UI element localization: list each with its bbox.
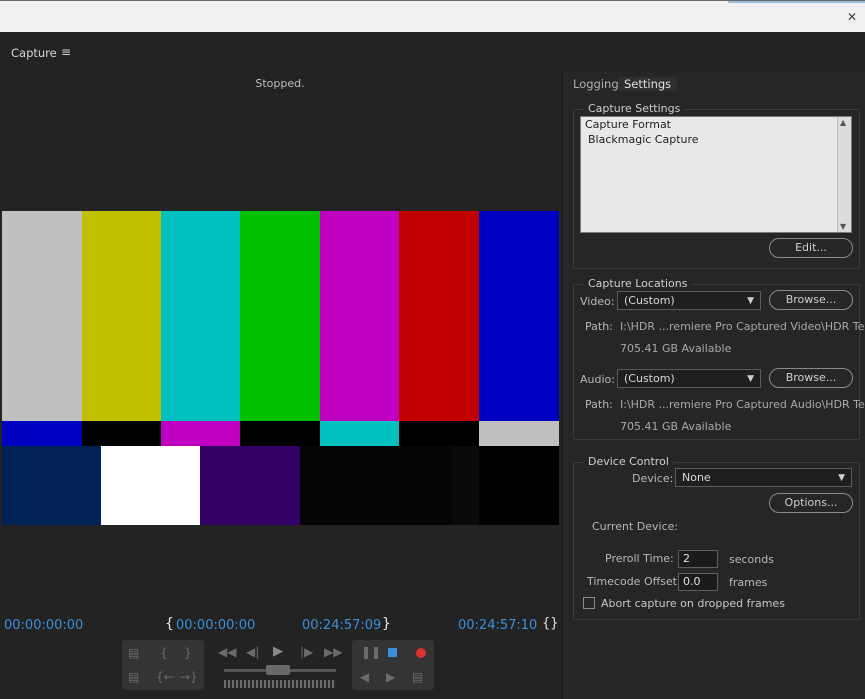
abort-capture-label[interactable]: Abort capture on dropped frames [601,597,785,610]
video-path: I:\HDR ...remiere Pro Captured Video\HDR… [620,320,865,333]
pluge-2 [101,446,200,525]
current-device-label: Current Device: [592,520,679,533]
duration-icon: {} [542,616,559,631]
video-location-value: (Custom) [624,294,675,307]
pluge-4 [300,446,452,525]
pluge-1 [2,446,101,525]
previous-scene-icon[interactable]: ◀ [360,670,369,684]
capture-format-listbox[interactable]: Capture Format Blackmagic Capture ▲ ▼ [580,116,852,233]
chevron-down-icon: ▼ [838,473,845,483]
panel-title[interactable]: Capture [11,46,57,60]
preroll-label: Preroll Time: [605,552,674,565]
out-point-icon: } [382,616,391,632]
pause-icon[interactable]: ❚❚ [361,645,381,659]
tab-logging[interactable]: Logging [573,77,619,91]
audio-available-space: 705.41 GB Available [620,420,732,433]
step-forward-icon[interactable]: |▶ [300,645,313,659]
castellation-5 [320,421,399,446]
bar-7 [479,211,559,421]
bar-6 [399,211,479,421]
bar-1 [2,211,82,421]
rewind-icon[interactable]: ◀◀ [218,645,236,659]
device-value: None [682,471,711,484]
next-scene-icon[interactable]: ▶ [386,670,395,684]
pluge-3 [200,446,300,525]
chevron-down-icon: ▼ [747,374,754,384]
current-timecode[interactable]: 00:00:00:00 [4,618,83,633]
goto-out-icon[interactable]: →} [180,670,198,684]
audio-location-value: (Custom) [624,372,675,385]
scroll-down-icon[interactable]: ▼ [840,222,846,231]
window-top-bar: ✕ [0,0,865,33]
castellation-1 [2,421,82,446]
options-button[interactable]: Options... [769,493,853,513]
play-icon[interactable]: ▶ [273,644,283,659]
audio-path-label: Path: [585,398,613,411]
timecode-offset-label: Timecode Offset: [587,575,681,588]
timecode-offset-input[interactable]: 0.0 [678,573,718,591]
set-in-icon[interactable]: { [160,646,168,660]
goto-in-icon[interactable]: {← [156,670,174,684]
clip-icon[interactable]: ▤ [412,670,423,684]
castellation-7 [479,421,559,446]
video-path-label: Path: [585,320,613,333]
in-point-timecode[interactable]: 00:00:00:00 [176,618,255,633]
timecode-offset-unit: frames [729,576,768,589]
device-control-title: Device Control [584,455,673,468]
capture-locations-title: Capture Locations [584,277,692,290]
castellation-4 [240,421,320,446]
scene-detect-icon[interactable]: ▤ [128,670,139,684]
device-dropdown[interactable]: None ▼ [675,468,852,487]
tab-settings[interactable]: Settings [618,77,678,91]
device-label: Device: [632,472,674,485]
video-label: Video: [580,295,615,308]
in-point-icon: { [165,616,174,632]
audio-label: Audio: [580,373,615,386]
bar-5 [320,211,399,421]
audio-path: I:\HDR ...remiere Pro Captured Audio\HDR… [620,398,865,411]
capture-status: Stopped. [255,77,305,90]
capture-format-label: Capture Format [585,118,671,131]
bar-4 [240,211,320,421]
duration-timecode: 00:24:57:10 [458,618,538,633]
out-point-timecode[interactable]: 00:24:57:09 [302,618,381,633]
listbox-scrollbar[interactable]: ▲ ▼ [837,117,851,232]
browse-video-button[interactable]: Browse... [769,290,853,310]
pluge-6 [452,446,479,525]
capture-controls: ❚❚ ◀ ▶ ▤ [352,640,434,690]
bar-2 [82,211,161,421]
step-back-icon[interactable]: ◀| [246,645,259,659]
pluge-7 [479,446,559,525]
record-icon[interactable] [416,648,426,658]
playback-controls: ◀◀ ◀| ▶ |▶ ▶▶ [210,640,348,690]
jog-wheel[interactable] [224,680,336,688]
abort-capture-checkbox[interactable] [583,597,595,609]
castellation-6 [399,421,479,446]
stop-icon[interactable] [388,648,397,657]
video-preview [2,211,559,525]
capture-format-value[interactable]: Blackmagic Capture [588,133,699,146]
castellation-2 [82,421,161,446]
video-location-dropdown[interactable]: (Custom) ▼ [617,291,761,310]
close-icon[interactable]: ✕ [847,10,857,24]
preroll-unit: seconds [729,553,774,566]
set-in-clip-icon[interactable]: ▤ [128,646,139,660]
chevron-down-icon: ▼ [747,296,754,306]
fast-forward-icon[interactable]: ▶▶ [324,645,342,659]
castellation-3 [161,421,240,446]
browse-audio-button[interactable]: Browse... [769,368,853,388]
panel-menu-icon[interactable]: ≡ [61,45,71,59]
selection-highlight [728,1,865,3]
set-out-icon[interactable]: } [184,646,192,660]
marker-controls: ▤ { } ▤ {← →} [122,640,204,690]
bar-3 [161,211,240,421]
scroll-up-icon[interactable]: ▲ [840,118,846,127]
audio-location-dropdown[interactable]: (Custom) ▼ [617,369,761,388]
video-available-space: 705.41 GB Available [620,342,732,355]
panel-header [0,32,865,72]
shuttle-handle[interactable] [266,665,290,675]
edit-button[interactable]: Edit... [769,238,853,258]
preroll-input[interactable]: 2 [678,550,718,568]
capture-settings-title: Capture Settings [584,102,685,115]
